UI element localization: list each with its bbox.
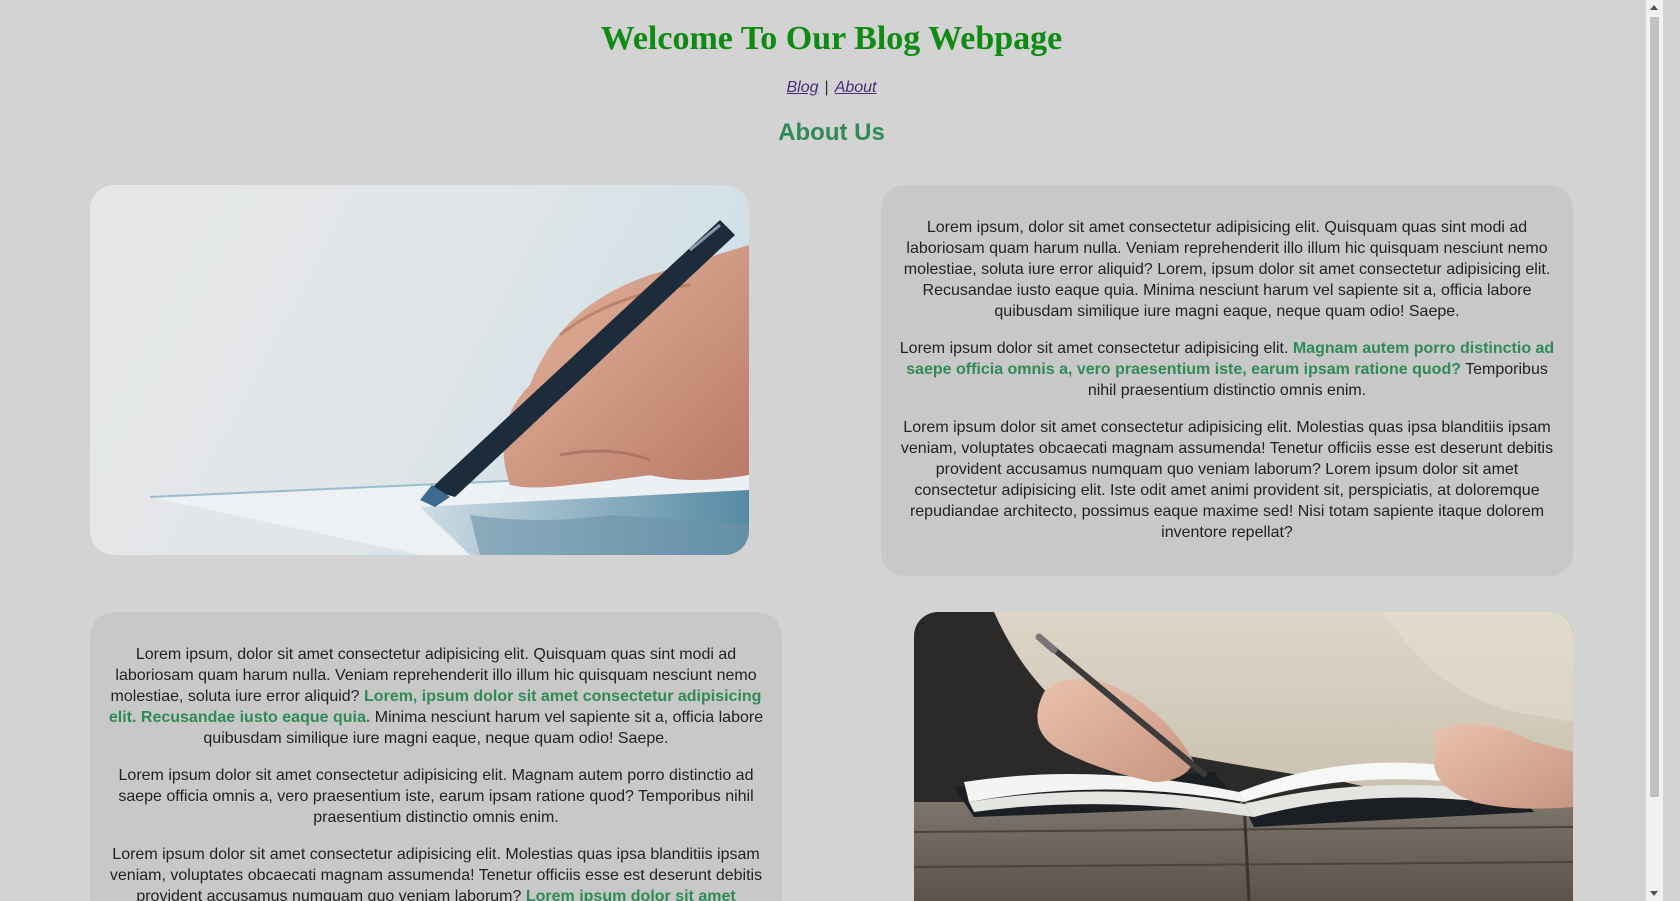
- card-right-paragraph-2: Lorem ipsum dolor sit amet consectetur a…: [897, 338, 1557, 401]
- card-right-paragraph-1: Lorem ipsum, dolor sit amet consectetur …: [903, 219, 1551, 320]
- card-left-p3-highlight: Lorem ipsum dolor sit amet: [525, 888, 736, 901]
- pen-writing-photo: [90, 185, 749, 555]
- card-left-paragraph-1: Lorem ipsum, dolor sit amet consectetur …: [106, 644, 766, 749]
- vertical-scrollbar[interactable]: [1646, 0, 1663, 901]
- about-card-left: Lorem ipsum, dolor sit amet consectetur …: [90, 612, 782, 901]
- card-left-paragraph-3: Lorem ipsum dolor sit amet consectetur a…: [106, 844, 766, 901]
- scroll-down-arrow-icon[interactable]: [1650, 891, 1658, 896]
- site-title: Welcome To Our Blog Webpage: [600, 20, 1063, 57]
- card-left-paragraph-2: Lorem ipsum dolor sit amet consectetur a…: [118, 767, 754, 826]
- scrollbar-thumb[interactable]: [1650, 17, 1659, 797]
- nav-link-blog[interactable]: Blog: [787, 79, 819, 96]
- section-title: About Us: [778, 119, 885, 146]
- main-nav: Blog | About: [0, 79, 1663, 97]
- scroll-up-arrow-icon[interactable]: [1650, 5, 1658, 10]
- notebook-writing-photo: [914, 612, 1573, 901]
- nav-link-about[interactable]: About: [835, 79, 877, 96]
- pen-writing-illustration: [90, 185, 749, 555]
- nav-separator: |: [824, 79, 829, 96]
- notebook-writing-illustration: [914, 612, 1573, 901]
- card-right-paragraph-3: Lorem ipsum dolor sit amet consectetur a…: [900, 419, 1554, 541]
- page: Welcome To Our Blog Webpage Blog | About A…: [0, 0, 1663, 901]
- card-right-p2-text: Lorem ipsum dolor sit amet consectetur a…: [899, 340, 1293, 357]
- about-card-right: Lorem ipsum, dolor sit amet consectetur …: [881, 185, 1573, 576]
